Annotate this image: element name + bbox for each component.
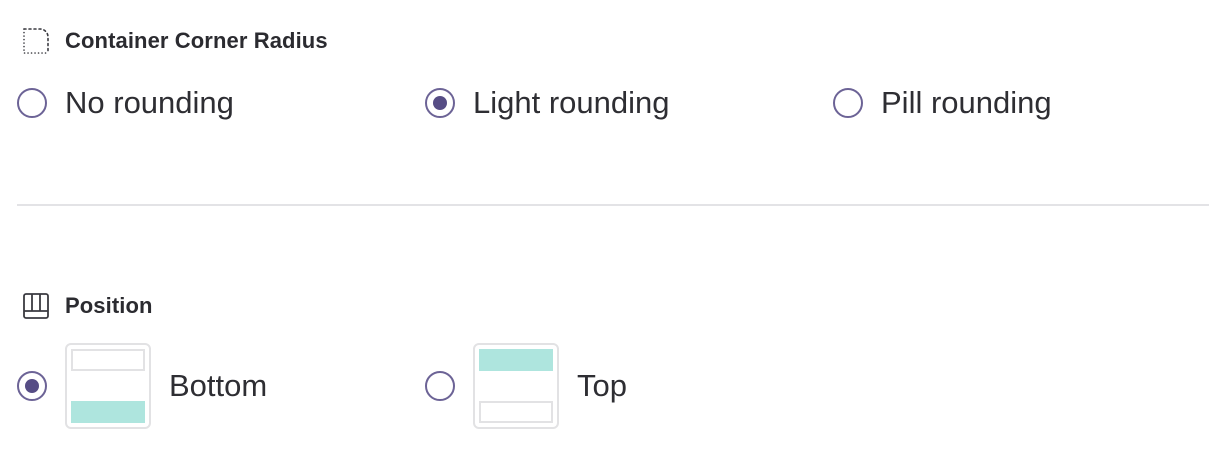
layout-panel-icon [22,292,50,320]
corner-radius-heading: Container Corner Radius [22,26,328,56]
radio-button[interactable] [17,88,47,118]
top-position-preview [473,343,559,429]
corner-radius-title: Container Corner Radius [65,28,328,53]
radio-button[interactable] [17,371,47,401]
radio-button[interactable] [833,88,863,118]
preview-placeholder-bar [71,349,145,371]
radio-button[interactable] [425,88,455,118]
radio-button[interactable] [425,371,455,401]
option-label: No rounding [65,85,234,120]
radio-option-top[interactable]: Top [425,343,627,429]
radio-option-light-rounding[interactable]: Light rounding [425,85,670,121]
bottom-position-preview [65,343,151,429]
option-label: Light rounding [473,85,670,120]
radio-option-bottom[interactable]: Bottom [17,343,267,429]
position-title: Position [65,293,153,318]
radio-option-pill-rounding[interactable]: Pill rounding [833,85,1052,121]
option-label: Top [577,368,627,403]
preview-highlight-bar [479,349,553,371]
position-heading: Position [22,291,153,321]
dotted-corner-icon [22,27,50,55]
preview-highlight-bar [71,401,145,423]
radio-option-no-rounding[interactable]: No rounding [17,85,234,121]
preview-placeholder-bar [479,401,553,423]
option-label: Pill rounding [881,85,1052,120]
section-divider [17,204,1209,206]
option-label: Bottom [169,368,268,403]
